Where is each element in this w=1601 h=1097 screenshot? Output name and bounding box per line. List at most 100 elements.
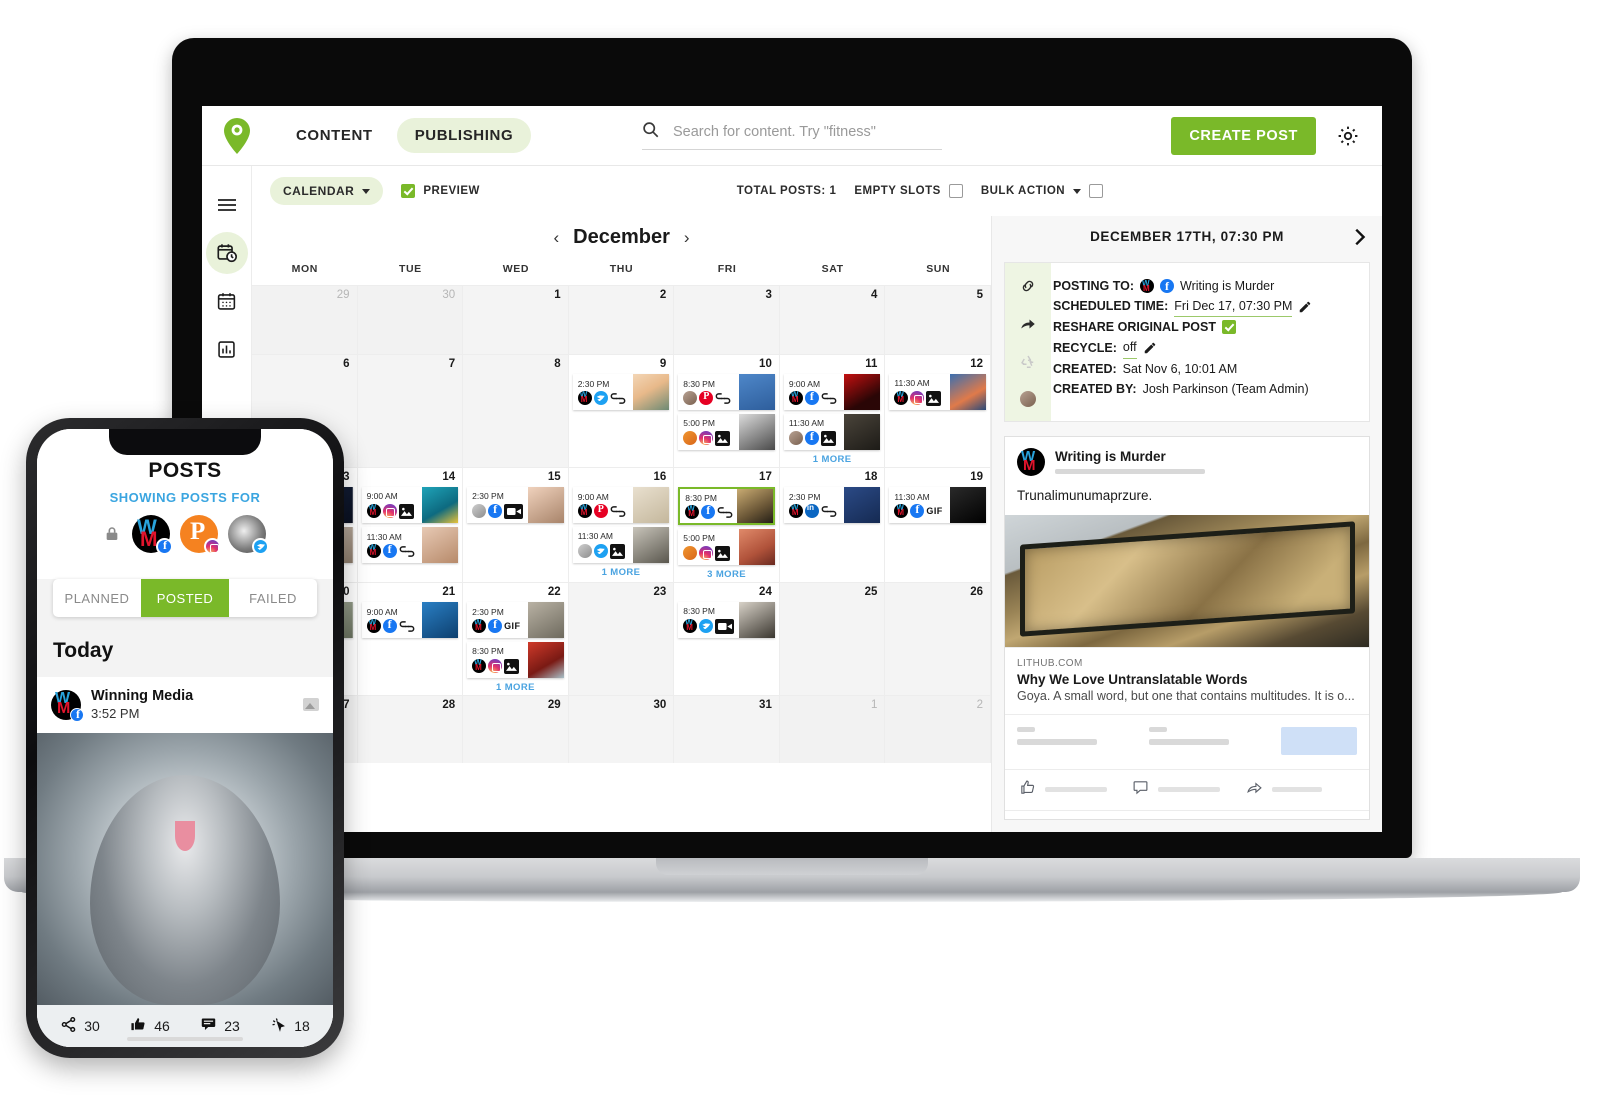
preview-checkbox[interactable] xyxy=(401,184,416,198)
post-chip[interactable]: 9:00 AM xyxy=(572,486,670,523)
like-action[interactable] xyxy=(1019,779,1128,801)
post-chip[interactable]: 8:30 PM xyxy=(467,641,564,678)
account-avatar-fingerprint[interactable] xyxy=(228,515,269,555)
tab-failed[interactable]: FAILED xyxy=(229,579,317,617)
post-chip[interactable]: 8:30 PM xyxy=(678,373,775,410)
more-posts-link[interactable]: 1 MORE xyxy=(784,454,881,465)
empty-slots-checkbox[interactable] xyxy=(948,184,963,198)
calendar-day-cell[interactable]: 28 xyxy=(357,694,464,764)
tab-planned[interactable]: PLANNED xyxy=(53,579,141,617)
calendar-day-cell[interactable]: 18 2:30 PM xyxy=(779,466,886,582)
calendar-day-cell[interactable]: 26 xyxy=(885,581,991,695)
post-account-avatar xyxy=(577,544,592,559)
tab-content[interactable]: CONTENT xyxy=(278,118,391,153)
reshare-checkbox[interactable] xyxy=(1221,320,1236,335)
calendar-day-cell[interactable]: 24 8:30 PM xyxy=(674,581,780,695)
calendar-day-cell[interactable]: 22 2:30 PMGIF 8:30 PM 1 MORE xyxy=(463,581,569,695)
post-thumbnail xyxy=(949,486,986,523)
post-chip[interactable]: 2:30 PM xyxy=(783,486,881,523)
calendar-day-cell[interactable]: 25 xyxy=(779,581,886,695)
calendar-day-cell[interactable]: 30 xyxy=(568,694,675,764)
phone-scroll-area[interactable]: PLANNED POSTED FAILED Today Winning Medi… xyxy=(37,579,333,1047)
calendar-day-cell[interactable]: 3 xyxy=(674,285,780,354)
post-chip[interactable]: 9:00 AM xyxy=(361,601,459,638)
next-post-chevron-right-icon[interactable] xyxy=(1348,226,1370,248)
day-number: 5 xyxy=(976,289,983,301)
calendar-day-cell[interactable]: 2 xyxy=(885,694,991,764)
more-posts-link[interactable]: 1 MORE xyxy=(573,567,670,578)
calendar-day-cell[interactable]: 29 xyxy=(463,694,569,764)
calendar-day-cell[interactable]: 9 2:30 PM xyxy=(568,353,675,467)
post-chip[interactable]: 2:30 PMGIF xyxy=(467,601,564,638)
prev-month-icon[interactable]: ‹ xyxy=(553,228,559,248)
post-time: 2:30 PM xyxy=(788,491,821,502)
view-select[interactable]: CALENDAR xyxy=(270,177,384,205)
calendar-day-cell[interactable]: 14 9:00 AM 11:30 AM xyxy=(357,466,464,582)
post-chip[interactable]: 9:00 AM xyxy=(361,486,459,523)
post-chip[interactable]: 9:00 AM xyxy=(783,373,881,410)
preview-actions-row xyxy=(1005,768,1369,810)
scheduled-time-value[interactable]: Fri Dec 17, 07:30 PM xyxy=(1174,296,1293,318)
calendar-day-cell[interactable]: 29 xyxy=(252,285,358,354)
calendar-day-cell[interactable]: 21 9:00 AM xyxy=(357,581,464,695)
post-chip[interactable]: 8:30 PM xyxy=(678,486,775,525)
calendar-day-cell[interactable]: 8 xyxy=(463,353,569,467)
empty-slots-toggle[interactable]: EMPTY SLOTS xyxy=(854,184,963,198)
tab-posted[interactable]: POSTED xyxy=(141,579,229,617)
recycle-value[interactable]: off xyxy=(1122,337,1137,359)
edit-schedule-pencil-icon[interactable] xyxy=(1298,300,1312,314)
calendar-day-cell[interactable]: 19 11:30 AM GIF xyxy=(885,466,991,582)
account-avatar-post-planner[interactable] xyxy=(180,515,221,555)
comment-action[interactable] xyxy=(1132,779,1241,801)
account-avatar-writing-is-murder[interactable] xyxy=(132,515,173,555)
more-posts-link[interactable]: 1 MORE xyxy=(467,682,564,693)
post-chip[interactable]: 11:30 AM xyxy=(361,526,459,563)
post-chip[interactable]: 2:30 PM xyxy=(467,486,564,523)
post-chip[interactable]: 5:00 PM xyxy=(678,528,775,565)
calendar-day-cell[interactable]: 17 8:30 PM 5:00 PM 3 MORE xyxy=(674,466,780,582)
calendar-day-cell[interactable]: 12 11:30 AM xyxy=(885,353,991,467)
calendar-day-cell[interactable]: 10 8:30 PM 5:00 PM xyxy=(674,353,780,467)
calendar-day-cell[interactable]: 5 xyxy=(885,285,991,354)
phone-frame: POSTS SHOWING POSTS FOR W f M P PLANNED … xyxy=(26,418,344,1058)
bulk-action-control[interactable]: BULK ACTION xyxy=(981,184,1104,198)
hamburger-menu-icon[interactable] xyxy=(206,184,248,226)
edit-recycle-pencil-icon[interactable] xyxy=(1143,341,1157,355)
calendar-day-cell[interactable]: 16 9:00 AM 11:30 AM 1 MORE xyxy=(568,466,675,582)
search-input[interactable] xyxy=(673,124,942,140)
post-chip[interactable]: 8:30 PM xyxy=(678,601,775,638)
calendar-day-cell[interactable]: 1 xyxy=(779,694,886,764)
phone-post-item[interactable]: Winning Media 3:52 PM xyxy=(37,677,333,1047)
bulk-action-checkbox[interactable] xyxy=(1089,184,1104,198)
post-chip[interactable]: 2:30 PM xyxy=(572,373,670,410)
more-posts-link[interactable]: 3 MORE xyxy=(678,569,775,580)
preview-toggle[interactable]: PREVIEW xyxy=(401,184,480,198)
calendar-clock-icon[interactable] xyxy=(205,232,248,274)
post-time: 11:30 AM xyxy=(577,531,613,542)
post-account-avatar xyxy=(894,391,909,406)
calendar-day-cell[interactable]: 7 xyxy=(357,353,464,467)
bar-chart-icon[interactable] xyxy=(206,328,248,370)
calendar-day-cell[interactable]: 30 xyxy=(357,285,464,354)
calendar-icon[interactable] xyxy=(206,280,248,322)
fb-icon xyxy=(804,429,819,446)
preview-link-block[interactable]: LITHUB.COM Why We Love Untranslatable Wo… xyxy=(1005,646,1369,714)
calendar-day-cell[interactable]: 15 2:30 PM xyxy=(463,466,569,582)
post-chip[interactable]: 11:30 AM GIF xyxy=(889,486,986,523)
next-month-icon[interactable]: › xyxy=(684,228,690,248)
post-chip[interactable]: 11:30 AM xyxy=(572,526,670,563)
calendar-day-cell[interactable]: 23 xyxy=(568,581,675,695)
calendar-day-cell[interactable]: 11 9:00 AM 11:30 AM 1 MORE xyxy=(779,353,886,467)
calendar-day-cell[interactable]: 1 xyxy=(463,285,569,354)
calendar-day-cell[interactable]: 2 xyxy=(568,285,675,354)
post-chip[interactable]: 11:30 AM xyxy=(889,373,986,410)
post-planner-logo-icon[interactable] xyxy=(220,117,254,155)
gear-icon[interactable] xyxy=(1336,124,1360,148)
tab-publishing[interactable]: PUBLISHING xyxy=(396,118,532,153)
calendar-day-cell[interactable]: 31 xyxy=(674,694,780,764)
post-chip[interactable]: 5:00 PM xyxy=(678,413,775,450)
share-action[interactable] xyxy=(1246,779,1355,801)
calendar-day-cell[interactable]: 4 xyxy=(779,285,886,354)
create-post-button[interactable]: CREATE POST xyxy=(1171,116,1316,155)
post-chip[interactable]: 11:30 AM xyxy=(783,413,881,450)
